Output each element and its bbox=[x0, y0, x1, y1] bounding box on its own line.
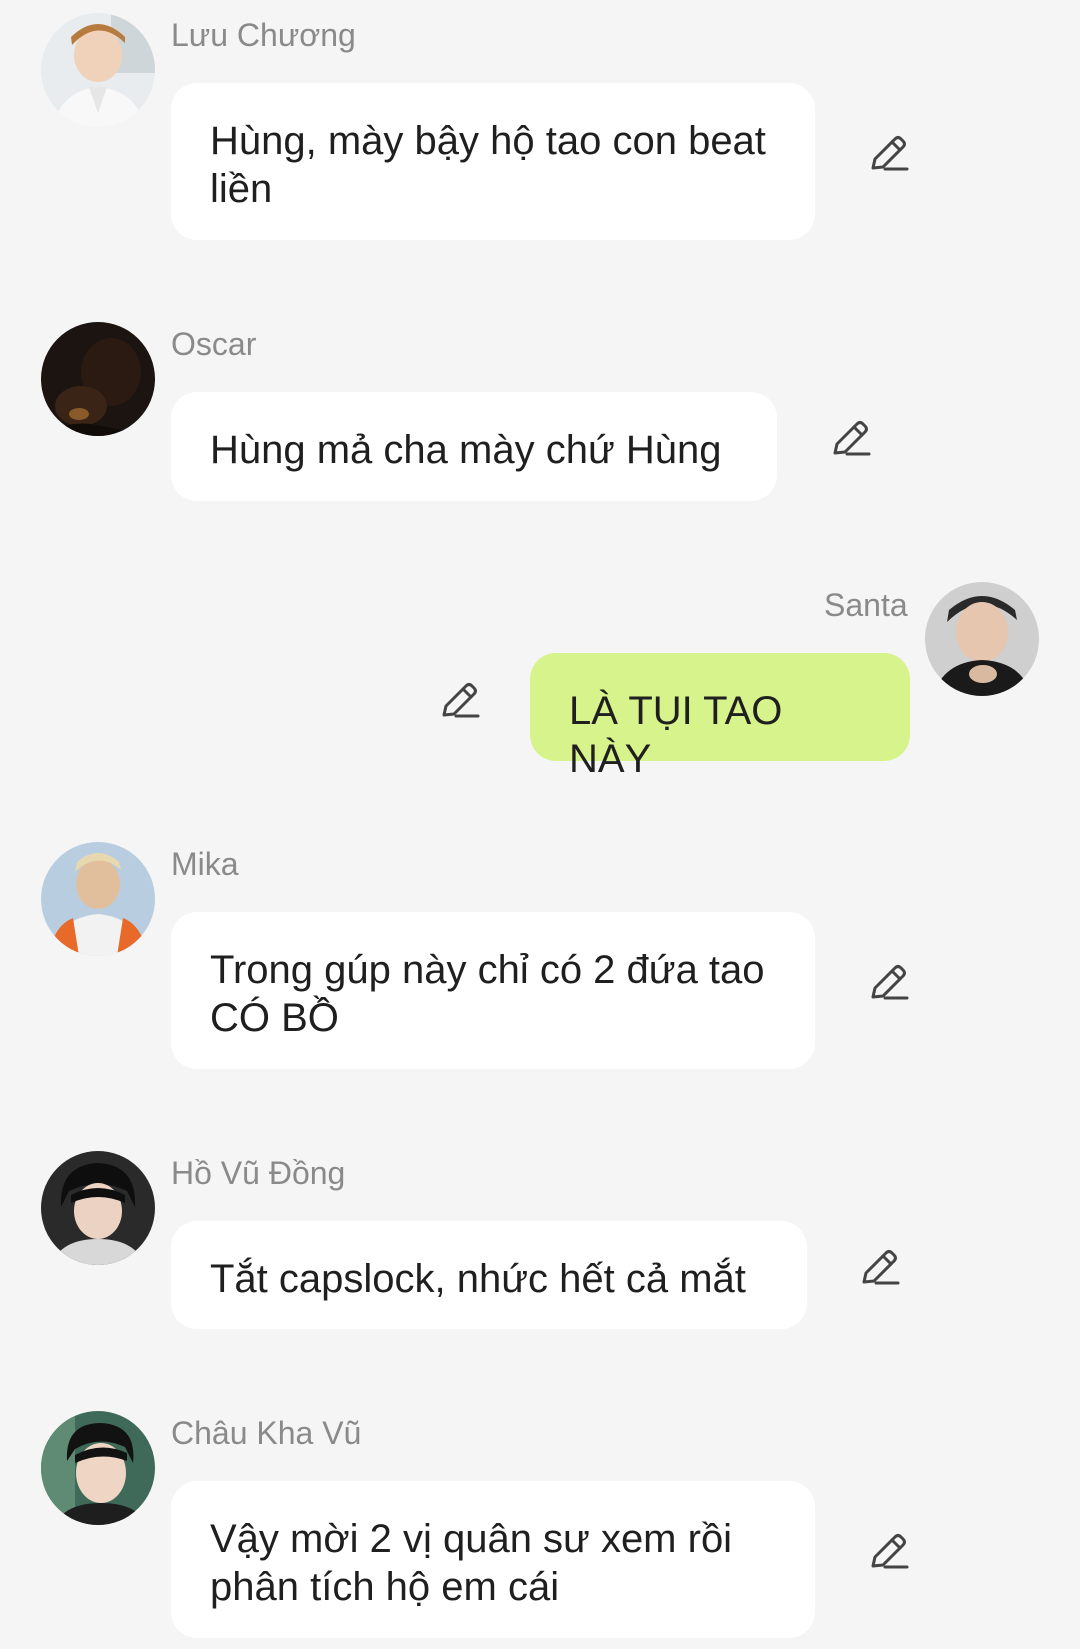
sender-name: Hồ Vũ Đồng bbox=[171, 1155, 346, 1191]
sender-name: Mika bbox=[171, 846, 239, 882]
sender-name: Châu Kha Vũ bbox=[171, 1415, 362, 1451]
avatar[interactable] bbox=[41, 1411, 155, 1525]
avatar[interactable] bbox=[41, 13, 155, 127]
message-bubble[interactable]: Hùng, mày bậy hộ tao con beat liền bbox=[171, 83, 815, 240]
message-bubble[interactable]: Tắt capslock, nhức hết cả mắt bbox=[171, 1221, 807, 1329]
message-bubble[interactable]: LÀ TỤI TAO NÀY bbox=[530, 653, 910, 781]
avatar[interactable] bbox=[41, 1151, 155, 1265]
edit-icon[interactable] bbox=[857, 1243, 903, 1289]
edit-icon[interactable] bbox=[866, 958, 912, 1004]
edit-icon[interactable] bbox=[866, 1527, 912, 1573]
message-bubble[interactable]: Vậy mời 2 vị quân sư xem rồi phân tích h… bbox=[171, 1481, 815, 1638]
sender-name: Oscar bbox=[171, 326, 257, 362]
avatar[interactable] bbox=[925, 582, 1039, 696]
avatar[interactable] bbox=[41, 842, 155, 956]
edit-icon[interactable] bbox=[828, 414, 874, 460]
message-bubble[interactable]: Trong gúp này chỉ có 2 đứa tao CÓ BỒ bbox=[171, 912, 815, 1069]
edit-icon[interactable] bbox=[437, 676, 483, 722]
message-bubble[interactable]: Hùng mả cha mày chứ Hùng bbox=[171, 392, 777, 501]
edit-icon[interactable] bbox=[866, 129, 912, 175]
sender-name: Lưu Chương bbox=[171, 17, 356, 53]
avatar[interactable] bbox=[41, 322, 155, 436]
sender-name: Santa bbox=[824, 587, 908, 623]
